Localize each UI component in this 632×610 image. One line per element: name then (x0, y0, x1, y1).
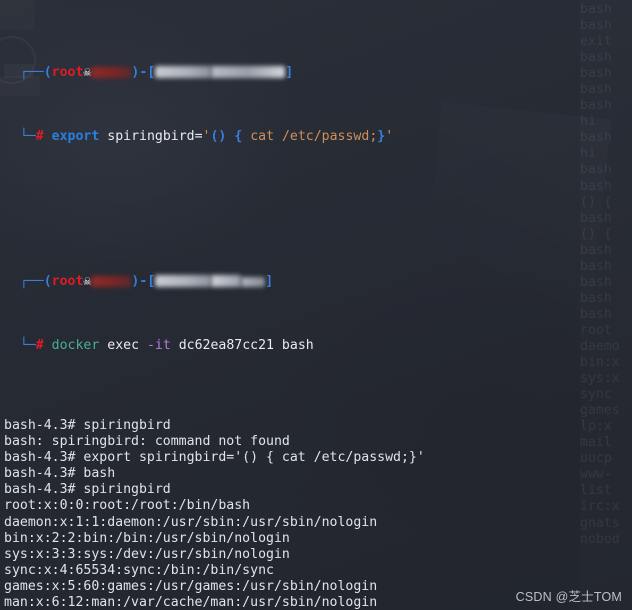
prompt-user-root-2: root (51, 273, 84, 289)
prompt-open-paren-2: ( (43, 273, 52, 289)
terminal-window[interactable]: bash bash exit bash bash bash bash hi bash hi bash… (0, 0, 632, 610)
terminal-output-line: man:x:6:12:man:/var/cache/man:/usr/sbin/… (4, 594, 378, 610)
prompt-close-paren-2: )-[ (131, 273, 156, 289)
kali-command-line-export: └─# export spiringbird='() { cat /etc/pa… (4, 129, 632, 145)
terminal-output-line: games:x:5:60:games:/usr/games:/usr/sbin/… (4, 578, 378, 594)
prompt-user-root: root (51, 65, 84, 81)
terminal-output-line: bash-4.3# spiringbird (4, 482, 171, 498)
redacted-hostname (91, 67, 132, 79)
prompt-hash-symbol: # (35, 129, 44, 145)
redacted-hostname-2 (91, 275, 132, 287)
redacted-path-segment-1b (155, 274, 212, 287)
prompt-box-tail-icon: └─ (4, 129, 36, 145)
redacted-path-segment-3b (241, 276, 266, 287)
skull-icon: ☠ (83, 65, 92, 81)
kali-command-line-docker: └─# docker exec -it dc62ea87cc21 bash (4, 338, 632, 354)
terminal-output-line: bin:x:2:2:bin:/bin:/usr/sbin/nologin (4, 530, 290, 546)
kali-prompt-line-top-1: ┌──(root☠ )-[] (4, 65, 632, 81)
prompt-box-tail-icon-2: └─ (4, 337, 36, 353)
kali-command-docker: docker exec -it dc62ea87cc21 bash (51, 337, 314, 353)
skull-icon-2: ☠ (83, 273, 92, 289)
terminal-output-line: bash-4.3# export spiringbird='() { cat /… (4, 450, 425, 466)
terminal-output-line: bash-4.3# spiringbird (4, 418, 171, 434)
kali-prompt-line-top-2: ┌──(root☠ )-[] (4, 274, 632, 290)
prompt-close-bracket: ] (285, 65, 294, 81)
prompt-box-corner-icon-2: ┌── (4, 273, 44, 289)
spacer-2 (44, 338, 52, 353)
prompt-box-corner-icon: ┌── (4, 65, 44, 81)
redacted-path-segment-1 (155, 66, 212, 79)
terminal-output-line: sync:x:4:65534:sync:/bin:/bin/sync (4, 562, 274, 578)
redacted-path-segment-2b (211, 274, 242, 287)
prompt-hash-symbol-2: # (35, 337, 44, 353)
terminal-output-line: bash: spiringbird: command not found (4, 434, 290, 450)
terminal-output-line: bash-4.3# bash (4, 466, 116, 482)
kali-command-export: export spiringbird='() { cat /etc/passwd… (51, 129, 394, 145)
prompt-open-paren: ( (43, 65, 52, 81)
terminal-output-line: sys:x:3:3:sys:/dev:/usr/sbin/nologin (4, 546, 290, 562)
prompt-close-bracket-2: ] (265, 273, 274, 289)
terminal-output-line: daemon:x:1:1:daemon:/usr/sbin:/usr/sbin/… (4, 514, 378, 530)
redacted-path-segment-2 (211, 66, 286, 79)
session-output: bash-4.3# spiringbird bash: spiringbird: … (4, 418, 632, 610)
terminal-screen[interactable]: ┌──(root☠)-[] └─# export spiringbird='()… (0, 0, 632, 610)
terminal-output-line: root:x:0:0:root:/root:/bin/bash (4, 498, 251, 514)
prompt-close-paren: )-[ (131, 65, 156, 81)
